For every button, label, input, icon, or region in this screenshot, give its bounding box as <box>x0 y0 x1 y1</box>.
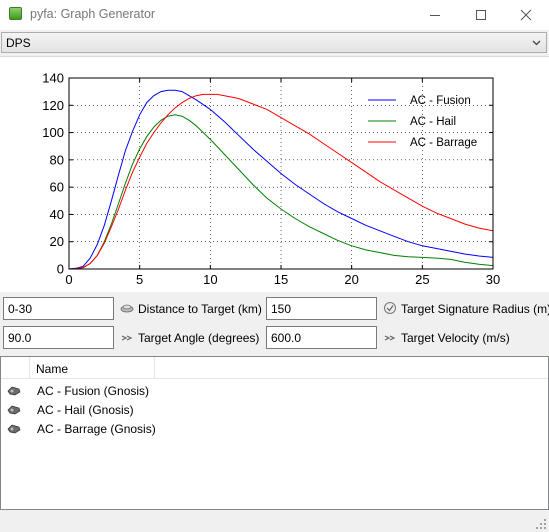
x-tick-label: 0 <box>65 272 72 287</box>
icon-column-header[interactable] <box>1 357 30 379</box>
close-icon <box>520 9 532 21</box>
y-tick-label: 80 <box>50 152 64 167</box>
x-tick-label: 20 <box>344 272 358 287</box>
fit-list: Name AC - Fusion (Gnosis) AC - Hail (Gno… <box>0 356 549 510</box>
x-tick-label: 5 <box>136 272 143 287</box>
graph-generator-window: pyfa: Graph Generator DPS 0 5 10 15 20 25 30 0 2… <box>0 0 549 532</box>
title-bar: pyfa: Graph Generator <box>0 0 549 30</box>
distance-label: Distance to Target (km) <box>138 302 262 316</box>
pyfa-app-icon <box>9 7 22 20</box>
ship-icon <box>7 386 21 396</box>
legend-label: AC - Fusion <box>410 95 471 107</box>
y-tick-label: 60 <box>50 180 64 195</box>
legend-label: AC - Hail <box>410 116 456 128</box>
minimize-button[interactable] <box>412 0 458 30</box>
graph-type-value: DPS <box>6 36 31 50</box>
fit-name: AC - Barrage (Gnosis) <box>37 422 156 436</box>
signature-radius-input[interactable] <box>266 297 377 320</box>
y-tick-label: 0 <box>57 262 64 277</box>
fit-row[interactable]: AC - Barrage (Gnosis) <box>1 420 548 439</box>
distance-icon <box>120 304 134 313</box>
target-angle-label: Target Angle (degrees) <box>138 331 260 345</box>
y-tick-label: 140 <box>42 71 64 86</box>
target-velocity-label: Target Velocity (m/s) <box>401 331 510 345</box>
fit-name: AC - Hail (Gnosis) <box>37 403 134 417</box>
target-velocity-input[interactable] <box>266 326 377 349</box>
target-velocity-icon <box>384 335 396 341</box>
name-column-header[interactable]: Name <box>30 357 155 379</box>
ship-icon <box>7 424 21 434</box>
signature-radius-icon <box>384 302 396 314</box>
ship-icon <box>7 405 21 415</box>
dps-chart-panel: 0 5 10 15 20 25 30 0 20 40 60 80 100 120 140 AC - Fusio… <box>0 56 549 292</box>
target-angle-input[interactable] <box>3 326 114 349</box>
target-angle-icon <box>121 335 133 341</box>
window-title: pyfa: Graph Generator <box>30 7 156 21</box>
maximize-icon <box>476 10 486 20</box>
fit-name: AC - Fusion (Gnosis) <box>37 384 150 398</box>
x-tick-label: 25 <box>415 272 429 287</box>
y-tick-label: 20 <box>50 234 64 249</box>
signature-radius-label: Target Signature Radius (m) <box>401 302 549 316</box>
maximize-button[interactable] <box>458 0 504 30</box>
graph-type-select[interactable]: DPS <box>1 32 547 53</box>
minimize-icon <box>430 15 440 16</box>
x-tick-label: 30 <box>486 272 500 287</box>
fit-row[interactable]: AC - Fusion (Gnosis) <box>1 382 548 401</box>
chevron-down-icon <box>532 40 541 46</box>
distance-input[interactable] <box>3 297 114 320</box>
status-bar <box>0 512 549 532</box>
legend-label: AC - Barrage <box>410 137 477 149</box>
y-tick-label: 120 <box>42 98 64 113</box>
fit-list-header: Name <box>1 357 548 379</box>
x-tick-label: 10 <box>203 272 217 287</box>
close-button[interactable] <box>503 0 549 30</box>
resize-grip-icon[interactable] <box>535 518 547 530</box>
dps-chart: 0 5 10 15 20 25 30 0 20 40 60 80 100 120 140 AC - Fusio… <box>42 71 500 288</box>
x-tick-label: 15 <box>274 272 288 287</box>
y-tick-label: 100 <box>42 125 64 140</box>
fit-row[interactable]: AC - Hail (Gnosis) <box>1 401 548 420</box>
y-tick-label: 40 <box>50 207 64 222</box>
